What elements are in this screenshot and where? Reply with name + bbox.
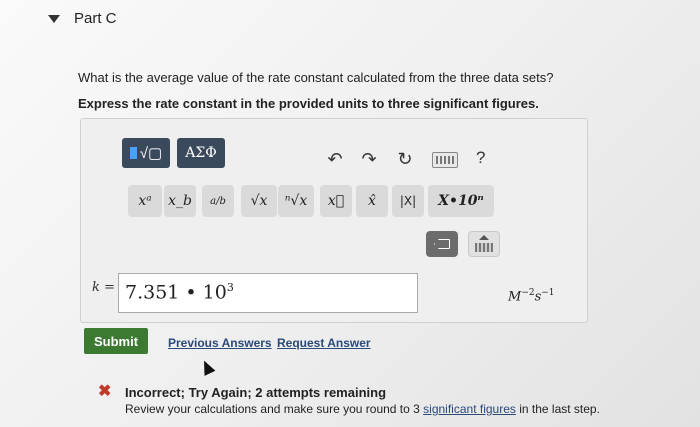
answer-input[interactable]: 7.351 • 103 [118,273,418,313]
nth-root-button[interactable]: ⁿ√x [278,185,314,217]
superscript-button[interactable]: xᵃ [128,185,162,217]
instruction-text: Express the rate constant in the provide… [78,96,539,111]
scientific-notation-button[interactable]: X•10ⁿ [428,185,494,217]
greek-symbols-button[interactable]: ΑΣΦ [177,138,225,168]
vector-button[interactable]: x⃗ [320,185,352,217]
template-box-icon [129,147,137,159]
units-base: M [508,289,522,305]
help-button[interactable]: ? [476,148,485,168]
answer-exponent: 3 [226,281,234,294]
units-label: M−2s−1 [508,288,555,304]
unit-vector-button[interactable]: x̂ [356,185,388,217]
submit-button[interactable]: Submit [84,328,148,354]
templates-button[interactable]: √▢ [122,138,170,168]
units-exp-1: −2 [521,288,535,298]
units-exp-2: −1 [541,288,555,298]
feedback-body: Review your calculations and make sure y… [125,402,600,416]
variable-label: k = [92,280,115,295]
reset-icon[interactable]: ↻ [394,148,416,170]
fraction-button[interactable]: a/b [202,185,234,217]
request-answer-link[interactable]: Request Answer [277,336,371,350]
collapse-caret-icon[interactable] [48,14,60,23]
radical-icon: √▢ [139,145,163,162]
feedback-body-post: in the last step. [515,402,600,416]
question-text: What is the average value of the rate co… [78,70,554,85]
backspace-button[interactable] [426,231,458,257]
incorrect-x-icon: ✖ [98,383,112,400]
keyboard-toggle-button[interactable] [468,231,500,257]
part-title: Part C [74,10,117,27]
backspace-icon [434,239,450,249]
previous-answers-link[interactable]: Previous Answers [168,336,272,350]
absolute-value-button[interactable]: |X| [392,185,424,217]
feedback-status: Incorrect; Try Again; 2 attempts remaini… [125,385,387,400]
answer-mantissa: 7.351 • 10 [125,281,227,304]
undo-icon[interactable]: ↶ [324,148,346,170]
subscript-button[interactable]: x_b [164,185,196,217]
keyboard-shortcuts-icon[interactable] [432,152,458,168]
square-root-button[interactable]: √x [241,185,277,217]
significant-figures-link[interactable]: significant figures [423,402,516,416]
redo-icon[interactable]: ↷ [358,148,380,170]
part-header[interactable]: Part C [48,10,117,27]
feedback-body-pre: Review your calculations and make sure y… [125,402,424,416]
